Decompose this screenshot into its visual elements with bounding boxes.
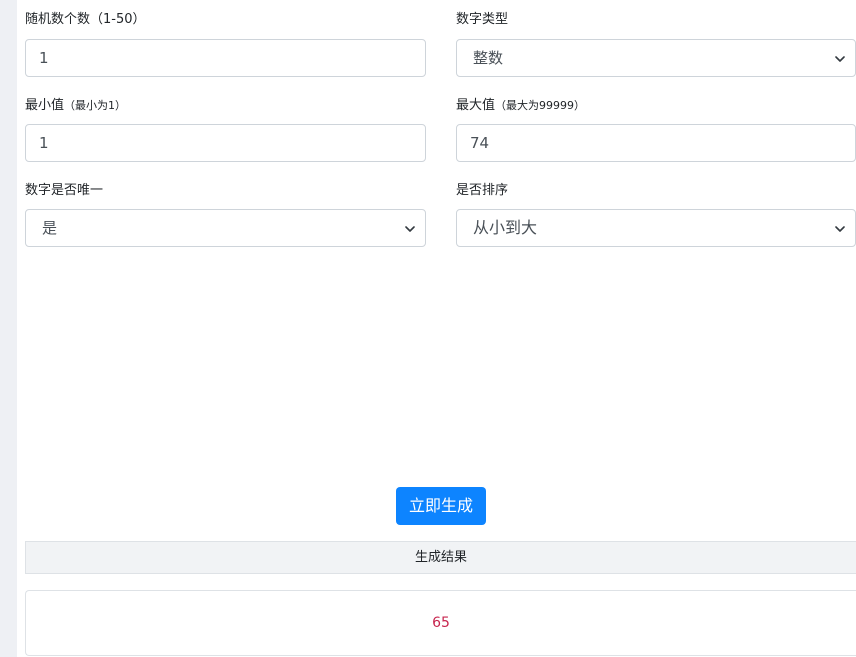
number-type-selected: 整数 (473, 49, 504, 67)
number-type-select[interactable]: 整数 (456, 39, 856, 77)
max-hint: （最大为99999） (495, 99, 586, 112)
chevron-down-icon (835, 226, 845, 232)
max-label-text: 最大值 (456, 98, 496, 113)
sort-selected: 从小到大 (473, 218, 538, 237)
unique-label: 数字是否唯一 (25, 183, 104, 198)
result-value: 65 (432, 615, 450, 631)
sort-select[interactable]: 从小到大 (456, 209, 856, 247)
max-input[interactable]: 74 (456, 124, 856, 162)
unique-select[interactable]: 是 (25, 209, 426, 247)
generate-button[interactable]: 立即生成 (396, 487, 486, 525)
unique-selected: 是 (42, 219, 58, 237)
max-label: 最大值（最大为99999） (456, 98, 585, 114)
min-hint: （最小为1） (64, 99, 127, 112)
result-box: 65 (25, 590, 856, 656)
min-input[interactable]: 1 (25, 124, 426, 162)
min-label-text: 最小值 (25, 98, 65, 113)
count-input[interactable]: 1 (25, 39, 426, 77)
chevron-down-icon (405, 226, 415, 232)
chevron-down-icon (835, 56, 845, 62)
random-number-generator-page: 随机数个数（1-50） 1 数字类型 整数 最小值（最小为1） 1 最大值（最大… (0, 0, 856, 657)
count-label: 随机数个数（1-50） (25, 12, 146, 27)
sort-label: 是否排序 (456, 183, 509, 198)
min-label: 最小值（最小为1） (25, 98, 126, 114)
number-type-label: 数字类型 (456, 12, 509, 27)
left-gutter (0, 0, 17, 657)
result-header: 生成结果 (25, 541, 856, 574)
